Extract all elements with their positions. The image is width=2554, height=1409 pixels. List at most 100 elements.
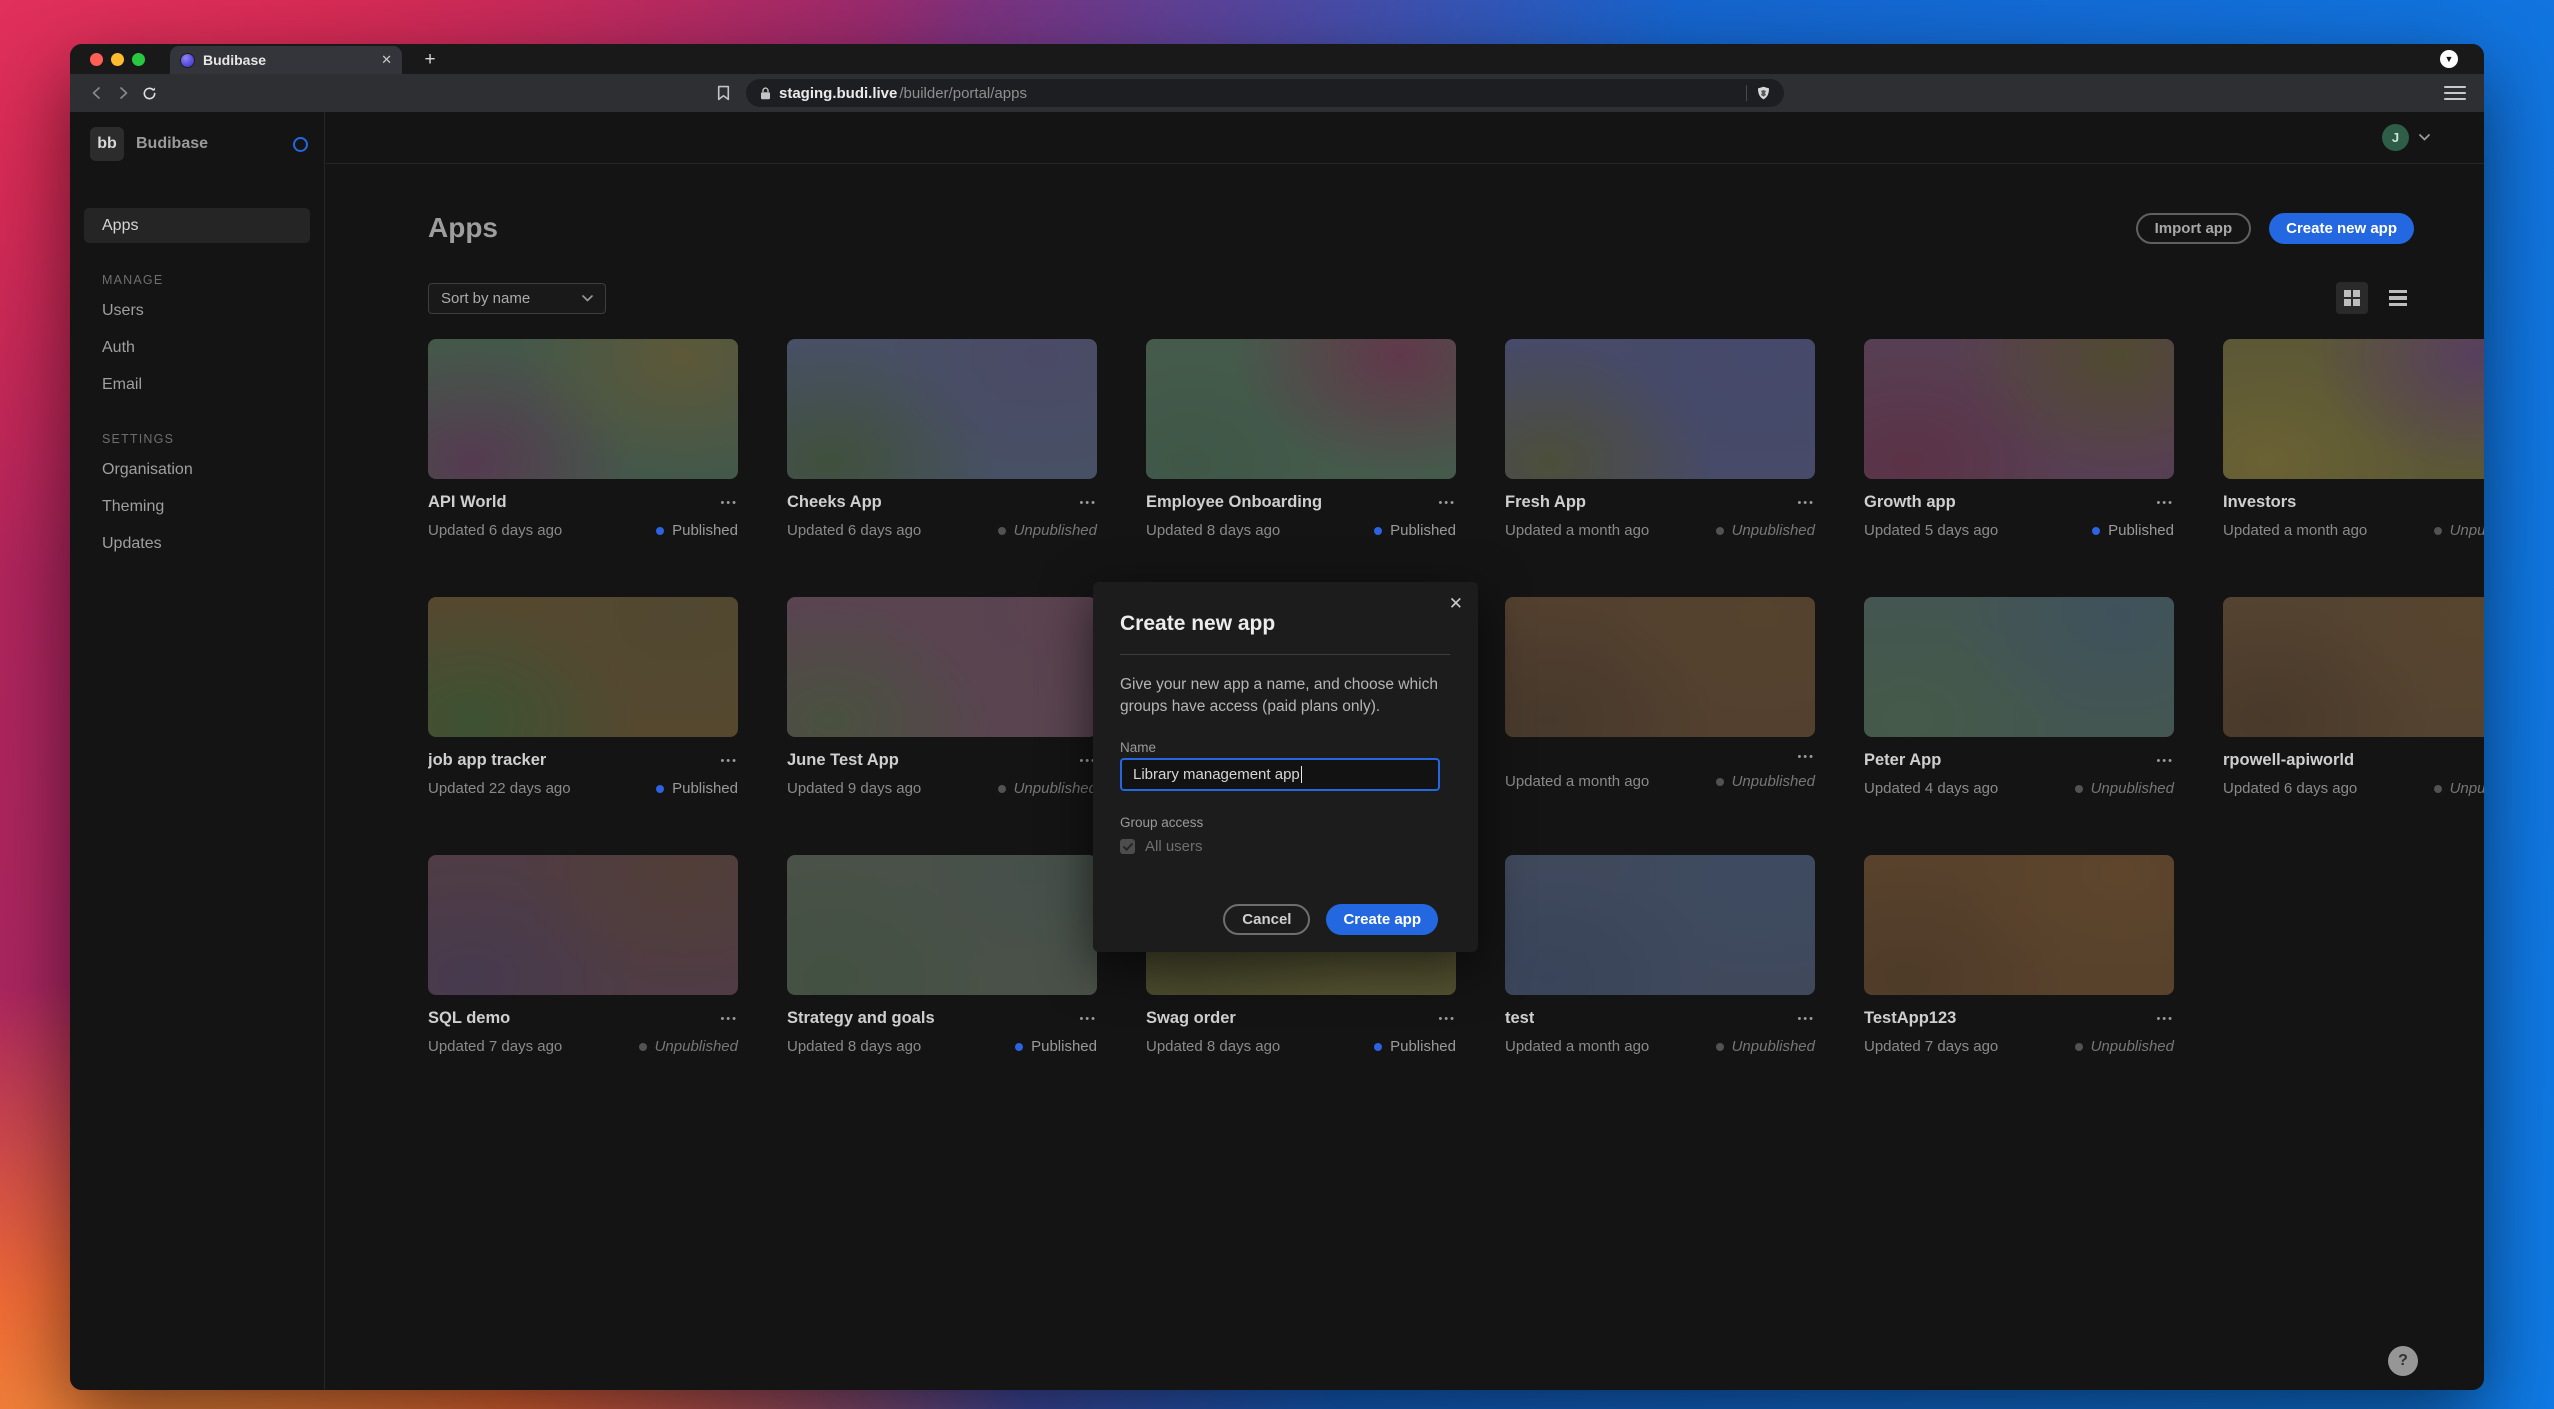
- status-label: Unpublished: [2450, 522, 2484, 539]
- app-card[interactable]: ••• Updated a month ago Unpublished: [1505, 597, 1815, 797]
- app-thumbnail[interactable]: [1864, 339, 2174, 479]
- app-thumbnail[interactable]: [428, 339, 738, 479]
- sidebar-section-title: SETTINGS: [84, 426, 310, 452]
- budibase-favicon-icon: [180, 53, 195, 68]
- app-card[interactable]: API World ••• Updated 6 days ago Publish…: [428, 339, 738, 539]
- browser-window: Budibase ✕ + ▼ staging.budi.live/builder…: [70, 44, 2484, 1390]
- sidebar-item-updates[interactable]: Updates: [84, 526, 310, 561]
- app-menu-icon[interactable]: •••: [2156, 497, 2174, 509]
- app-card[interactable]: job app tracker ••• Updated 22 days ago …: [428, 597, 738, 797]
- app-menu-icon[interactable]: •••: [1797, 497, 1815, 509]
- sort-selected-value: Sort by name: [441, 290, 574, 307]
- sidebar-item-theming[interactable]: Theming: [84, 489, 310, 524]
- app-name: Employee Onboarding: [1146, 493, 1322, 512]
- tab-search-button[interactable]: ▼: [2440, 50, 2458, 68]
- sidebar-item-email[interactable]: Email: [84, 367, 310, 402]
- browser-menu-icon[interactable]: [2444, 82, 2466, 104]
- modal-close-icon[interactable]: ✕: [1449, 594, 1463, 614]
- status-dot-icon: [639, 1043, 647, 1051]
- app-card[interactable]: Growth app ••• Updated 5 days ago Publis…: [1864, 339, 2174, 539]
- app-card[interactable]: Strategy and goals ••• Updated 8 days ag…: [787, 855, 1097, 1055]
- create-new-app-button[interactable]: Create new app: [2269, 213, 2414, 244]
- app-thumbnail[interactable]: [1146, 339, 1456, 479]
- sidebar-item-organisation[interactable]: Organisation: [84, 452, 310, 487]
- app-thumbnail[interactable]: [787, 855, 1097, 995]
- tab-close-icon[interactable]: ✕: [381, 52, 392, 68]
- app-name: job app tracker: [428, 751, 546, 770]
- user-menu[interactable]: J: [2382, 124, 2430, 151]
- new-tab-button[interactable]: +: [418, 48, 442, 72]
- app-thumbnail[interactable]: [1505, 855, 1815, 995]
- sort-select[interactable]: Sort by name: [428, 283, 606, 314]
- status-label: Unpublished: [1014, 522, 1097, 539]
- status-label: Published: [1390, 1038, 1456, 1055]
- status-dot-icon: [2434, 785, 2442, 793]
- status-label: Unpublished: [2091, 1038, 2174, 1055]
- bookmark-sidebar-icon[interactable]: [710, 80, 736, 106]
- app-card[interactable]: June Test App ••• Updated 9 days ago Unp…: [787, 597, 1097, 797]
- address-bar[interactable]: staging.budi.live/builder/portal/apps: [746, 79, 1784, 107]
- app-thumbnail[interactable]: [1505, 597, 1815, 737]
- all-users-checkbox[interactable]: [1120, 839, 1135, 854]
- avatar[interactable]: J: [2382, 124, 2409, 151]
- app-card[interactable]: test ••• Updated a month ago Unpublished: [1505, 855, 1815, 1055]
- app-menu-icon[interactable]: •••: [720, 497, 738, 509]
- app-updated: Updated 6 days ago: [787, 522, 921, 539]
- app-thumbnail[interactable]: [787, 339, 1097, 479]
- app-card[interactable]: TestApp123 ••• Updated 7 days ago Unpubl…: [1864, 855, 2174, 1055]
- app-status-badge: Published: [656, 522, 738, 539]
- app-card[interactable]: Investors ••• Updated a month ago Unpubl…: [2223, 339, 2484, 539]
- app-thumbnail[interactable]: [1864, 597, 2174, 737]
- help-button[interactable]: ?: [2388, 1346, 2418, 1376]
- app-menu-icon[interactable]: •••: [1797, 1013, 1815, 1025]
- app-updated: Updated 6 days ago: [2223, 780, 2357, 797]
- import-app-button[interactable]: Import app: [2136, 213, 2252, 244]
- brave-shield-icon[interactable]: [1757, 86, 1770, 101]
- app-menu-icon[interactable]: •••: [1079, 497, 1097, 509]
- sidebar-item-users[interactable]: Users: [84, 293, 310, 328]
- app-card[interactable]: Peter App ••• Updated 4 days ago Unpubli…: [1864, 597, 2174, 797]
- app-menu-icon[interactable]: •••: [720, 1013, 738, 1025]
- app-thumbnail[interactable]: [1864, 855, 2174, 995]
- cancel-button[interactable]: Cancel: [1223, 904, 1310, 935]
- reload-button[interactable]: [136, 80, 162, 106]
- chevron-down-icon: [2419, 134, 2430, 141]
- app-card[interactable]: rpowell-apiworld ••• Updated 6 days ago …: [2223, 597, 2484, 797]
- back-button[interactable]: [84, 80, 110, 106]
- app-thumbnail[interactable]: [787, 597, 1097, 737]
- status-ring-icon[interactable]: [293, 137, 308, 152]
- app-menu-icon[interactable]: •••: [1079, 1013, 1097, 1025]
- app-thumbnail[interactable]: [428, 597, 738, 737]
- grid-view-button[interactable]: [2336, 282, 2368, 314]
- app-thumbnail[interactable]: [2223, 597, 2484, 737]
- forward-button[interactable]: [110, 80, 136, 106]
- status-dot-icon: [656, 785, 664, 793]
- app-name-input[interactable]: Library management app: [1120, 758, 1440, 791]
- app-menu-icon[interactable]: •••: [720, 755, 738, 767]
- app-card[interactable]: Fresh App ••• Updated a month ago Unpubl…: [1505, 339, 1815, 539]
- sidebar-item-auth[interactable]: Auth: [84, 330, 310, 365]
- minimize-window-button[interactable]: [111, 53, 124, 66]
- app-card[interactable]: SQL demo ••• Updated 7 days ago Unpublis…: [428, 855, 738, 1055]
- app-thumbnail[interactable]: [1505, 339, 1815, 479]
- browser-tab[interactable]: Budibase ✕: [170, 46, 402, 74]
- status-dot-icon: [2075, 785, 2083, 793]
- app-thumbnail[interactable]: [2223, 339, 2484, 479]
- app-menu-icon[interactable]: •••: [2156, 755, 2174, 767]
- app-menu-icon[interactable]: •••: [2156, 1013, 2174, 1025]
- app-menu-icon[interactable]: •••: [1438, 497, 1456, 509]
- app-menu-icon[interactable]: •••: [1438, 1013, 1456, 1025]
- close-window-button[interactable]: [90, 53, 103, 66]
- zoom-window-button[interactable]: [132, 53, 145, 66]
- app-thumbnail[interactable]: [428, 855, 738, 995]
- create-app-button[interactable]: Create app: [1326, 904, 1438, 935]
- url-path: /builder/portal/apps: [899, 85, 1027, 102]
- app-card[interactable]: Employee Onboarding ••• Updated 8 days a…: [1146, 339, 1456, 539]
- list-view-button[interactable]: [2382, 282, 2414, 314]
- sidebar-item-apps[interactable]: Apps: [84, 208, 310, 243]
- app-card[interactable]: Cheeks App ••• Updated 6 days ago Unpubl…: [787, 339, 1097, 539]
- app-status-badge: Unpublished: [639, 1038, 738, 1055]
- topbar: J: [326, 112, 2484, 164]
- app-menu-icon[interactable]: •••: [1797, 751, 1815, 763]
- budibase-logo-icon[interactable]: bb: [90, 127, 124, 161]
